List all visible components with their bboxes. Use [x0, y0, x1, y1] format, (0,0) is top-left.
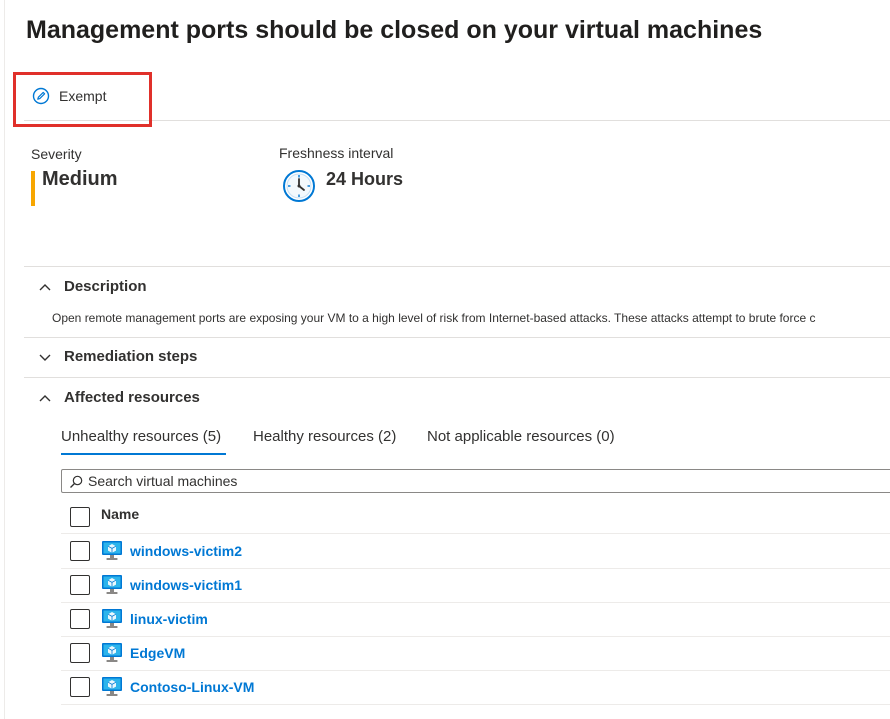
- row-divider: [61, 602, 890, 603]
- severity-indicator-bar: [31, 171, 35, 206]
- row-divider: [61, 568, 890, 569]
- resource-link[interactable]: windows-victim1: [130, 577, 242, 593]
- row-checkbox[interactable]: [70, 677, 90, 697]
- affected-resources-section-header[interactable]: Affected resources: [38, 389, 200, 406]
- chevron-down-icon: [39, 354, 51, 361]
- tab-not-applicable-resources[interactable]: Not applicable resources (0): [427, 428, 615, 445]
- virtual-machine-icon-wrapper: [101, 608, 123, 635]
- row-checkbox[interactable]: [70, 609, 90, 629]
- virtual-machine-icon-wrapper: [101, 574, 123, 601]
- selected-tab-indicator: [61, 453, 226, 455]
- search-input[interactable]: [88, 471, 868, 491]
- remediation-title: Remediation steps: [64, 348, 198, 365]
- virtual-machine-icon: [102, 609, 122, 628]
- virtual-machine-icon-wrapper: [101, 642, 123, 669]
- remediation-section-header[interactable]: Remediation steps: [38, 348, 197, 365]
- resource-link[interactable]: Contoso-Linux-VM: [130, 679, 254, 695]
- virtual-machine-icon: [102, 575, 122, 594]
- virtual-machine-icon-wrapper: [101, 676, 123, 703]
- freshness-value: 24 Hours: [326, 169, 404, 189]
- virtual-machine-icon-wrapper: [101, 540, 123, 567]
- command-bar: Exempt: [24, 75, 890, 121]
- search-icon: [70, 475, 83, 488]
- freshness-label: Freshness interval: [279, 145, 394, 161]
- row-checkbox[interactable]: [70, 643, 90, 663]
- virtual-machine-icon: [102, 541, 122, 560]
- tab-unhealthy-resources[interactable]: Unhealthy resources (5): [61, 428, 221, 445]
- row-divider: [61, 670, 890, 671]
- description-title: Description: [64, 278, 147, 295]
- annotation-highlight-box: [13, 72, 152, 127]
- section-divider: [24, 266, 890, 267]
- description-section-header[interactable]: Description: [38, 278, 147, 295]
- chevron-up-icon: [39, 283, 51, 290]
- header-divider: [61, 533, 890, 534]
- blade-left-border: [4, 0, 5, 719]
- row-checkbox[interactable]: [70, 541, 90, 561]
- row-checkbox[interactable]: [70, 575, 90, 595]
- chevron-up-icon: [39, 394, 51, 401]
- section-divider: [24, 377, 890, 378]
- page-title: Management ports should be closed on you…: [26, 16, 763, 44]
- clock-icon: [283, 170, 315, 202]
- affected-resources-title: Affected resources: [64, 389, 200, 406]
- row-divider: [61, 636, 890, 637]
- row-divider: [61, 704, 890, 705]
- virtual-machine-icon: [102, 643, 122, 662]
- description-text: Open remote management ports are exposin…: [52, 311, 816, 325]
- section-divider: [24, 337, 890, 338]
- virtual-machine-icon: [102, 677, 122, 696]
- resource-link[interactable]: windows-victim2: [130, 543, 242, 559]
- select-all-checkbox[interactable]: [70, 507, 90, 527]
- severity-label: Severity: [31, 146, 82, 162]
- resource-link[interactable]: EdgeVM: [130, 645, 185, 661]
- resource-link[interactable]: linux-victim: [130, 611, 208, 627]
- severity-value: Medium: [42, 168, 118, 190]
- search-box: [61, 469, 890, 493]
- tab-healthy-resources[interactable]: Healthy resources (2): [253, 428, 396, 445]
- column-header-name: Name: [101, 506, 140, 522]
